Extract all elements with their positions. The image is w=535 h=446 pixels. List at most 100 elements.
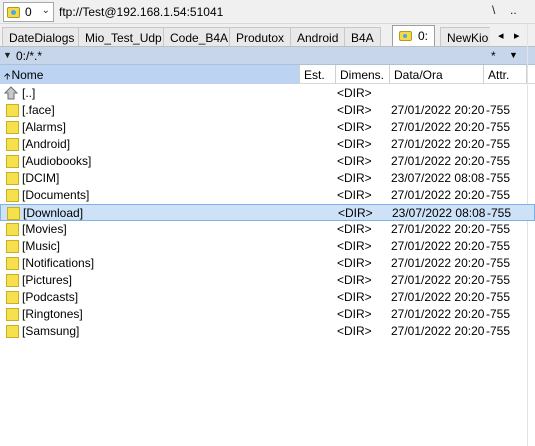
- column-label: Nome: [11, 68, 44, 82]
- file-attr: -755: [487, 206, 512, 220]
- column-label: Data/Ora: [394, 68, 443, 82]
- up-dir-icon: [4, 86, 18, 100]
- tab-label: DateDialogs: [9, 31, 75, 45]
- column-ext[interactable]: Est.: [300, 65, 336, 84]
- file-row[interactable]: [..] <DIR>: [0, 85, 535, 102]
- file-name: [Music]: [22, 239, 61, 253]
- file-date: 27/01/2022 20:20: [391, 120, 485, 134]
- file-size: <DIR>: [337, 324, 372, 338]
- file-attr: -755: [486, 171, 511, 185]
- drive-label: 0: [25, 5, 32, 19]
- file-attr: -755: [486, 324, 511, 338]
- file-size: <DIR>: [337, 154, 372, 168]
- file-row[interactable]: [Pictures] <DIR> 27/01/2022 20:20 -755: [0, 272, 535, 289]
- tab-scroll-area: ◂ ▸: [490, 27, 535, 46]
- file-size: <DIR>: [337, 307, 372, 321]
- file-row[interactable]: [Podcasts] <DIR> 27/01/2022 20:20 -755: [0, 289, 535, 306]
- tab-code-b4a[interactable]: Code_B4A: [163, 27, 236, 46]
- folder-icon: [6, 223, 19, 236]
- file-row[interactable]: [Documents] <DIR> 27/01/2022 20:20 -755: [0, 187, 535, 204]
- file-row[interactable]: [Alarms] <DIR> 27/01/2022 20:20 -755: [0, 119, 535, 136]
- file-date: 27/01/2022 20:20: [391, 273, 485, 287]
- file-date: 27/01/2022 20:20: [391, 324, 485, 338]
- tab-label: Android: [297, 31, 339, 45]
- drive-icon: [399, 31, 412, 41]
- folder-icon: [6, 291, 19, 304]
- file-row[interactable]: [Music] <DIR> 27/01/2022 20:20 -755: [0, 238, 535, 255]
- file-row[interactable]: [Audiobooks] <DIR> 27/01/2022 20:20 -755: [0, 153, 535, 170]
- file-row[interactable]: [Download] <DIR> 23/07/2022 08:08 -755: [0, 204, 535, 221]
- file-attr: -755: [486, 103, 511, 117]
- file-row[interactable]: [Notifications] <DIR> 27/01/2022 20:20 -755: [0, 255, 535, 272]
- file-name: [Pictures]: [22, 273, 73, 287]
- file-size: <DIR>: [337, 290, 372, 304]
- file-attr: -755: [486, 273, 511, 287]
- column-label: Est.: [304, 68, 325, 82]
- column-date[interactable]: Data/Ora: [390, 65, 484, 84]
- tab-mio-test-udp[interactable]: Mio_Test_Udp: [78, 27, 169, 46]
- file-name: [Alarms]: [22, 120, 67, 134]
- tab-scroll-right-icon[interactable]: ▸: [514, 29, 520, 42]
- file-date: 23/07/2022 08:08: [391, 171, 485, 185]
- drive-selector[interactable]: 0 ⌄: [3, 2, 54, 22]
- file-date: 27/01/2022 20:20: [391, 103, 485, 117]
- file-row[interactable]: [Samsung] <DIR> 27/01/2022 20:20 -755: [0, 323, 535, 340]
- file-name: [Podcasts]: [22, 290, 79, 304]
- column-size[interactable]: Dimens.: [336, 65, 390, 84]
- folder-icon: [6, 240, 19, 253]
- path-bar: 0 ⌄ ftp://Test@192.168.1.54:51041 \ ..: [0, 0, 535, 24]
- file-size: <DIR>: [337, 86, 372, 100]
- file-date: 27/01/2022 20:20: [391, 222, 485, 236]
- file-row[interactable]: [.face] <DIR> 27/01/2022 20:20 -755: [0, 102, 535, 119]
- file-row[interactable]: [Movies] <DIR> 27/01/2022 20:20 -755: [0, 221, 535, 238]
- folder-icon: [6, 104, 19, 117]
- file-name: [Samsung]: [22, 324, 80, 338]
- column-label: Attr.: [488, 68, 510, 82]
- tab-label: B4A: [351, 31, 374, 45]
- file-size: <DIR>: [337, 222, 372, 236]
- tab-0[interactable]: 0:: [392, 25, 436, 46]
- file-row[interactable]: [DCIM] <DIR> 23/07/2022 08:08 -755: [0, 170, 535, 187]
- tab-android[interactable]: Android: [290, 27, 346, 46]
- file-attr: -755: [486, 137, 511, 151]
- chevron-down-icon[interactable]: ⌄: [42, 5, 50, 16]
- root-dir-button[interactable]: \: [492, 3, 495, 17]
- drive-icon: [7, 6, 20, 18]
- file-size: <DIR>: [337, 273, 372, 287]
- file-attr: -755: [486, 290, 511, 304]
- tab-produtox[interactable]: Produtox: [229, 27, 292, 46]
- folder-icon: [6, 121, 19, 134]
- tab-datedialogs[interactable]: DateDialogs: [2, 27, 82, 46]
- folder-icon: [6, 138, 19, 151]
- file-name: [..]: [22, 86, 36, 100]
- tab-label: NewKio: [447, 31, 489, 45]
- file-date: 27/01/2022 20:20: [391, 290, 485, 304]
- dir-history-icon[interactable]: ▼: [3, 50, 12, 60]
- file-attr: -755: [486, 239, 511, 253]
- folder-icon: [6, 257, 19, 270]
- sort-up-icon: 🡩: [4, 71, 11, 81]
- file-date: 23/07/2022 08:08: [392, 206, 486, 220]
- file-size: <DIR>: [337, 256, 372, 270]
- parent-dir-button[interactable]: ..: [510, 3, 517, 17]
- column-name[interactable]: 🡩Nome: [0, 65, 300, 84]
- file-attr: -755: [486, 256, 511, 270]
- file-size: <DIR>: [337, 239, 372, 253]
- file-date: 27/01/2022 20:20: [391, 154, 485, 168]
- file-date: 27/01/2022 20:20: [391, 137, 485, 151]
- file-attr: -755: [486, 120, 511, 134]
- tab-newkio[interactable]: NewKio: [440, 27, 496, 46]
- folder-icon: [6, 325, 19, 338]
- file-attr: -755: [486, 307, 511, 321]
- tab-b4a[interactable]: B4A: [344, 27, 381, 46]
- file-row[interactable]: [Android] <DIR> 27/01/2022 20:20 -755: [0, 136, 535, 153]
- chevron-down-icon[interactable]: ▼: [509, 50, 518, 60]
- file-attr: -755: [486, 188, 511, 202]
- file-name: [Audiobooks]: [22, 154, 92, 168]
- current-path[interactable]: ftp://Test@192.168.1.54:51041: [59, 5, 223, 19]
- tab-scroll-left-icon[interactable]: ◂: [498, 29, 504, 42]
- tab-label: 0:: [418, 29, 429, 43]
- filter-button[interactable]: *: [491, 49, 496, 63]
- column-attr[interactable]: Attr.: [484, 65, 527, 84]
- file-row[interactable]: [Ringtones] <DIR> 27/01/2022 20:20 -755: [0, 306, 535, 323]
